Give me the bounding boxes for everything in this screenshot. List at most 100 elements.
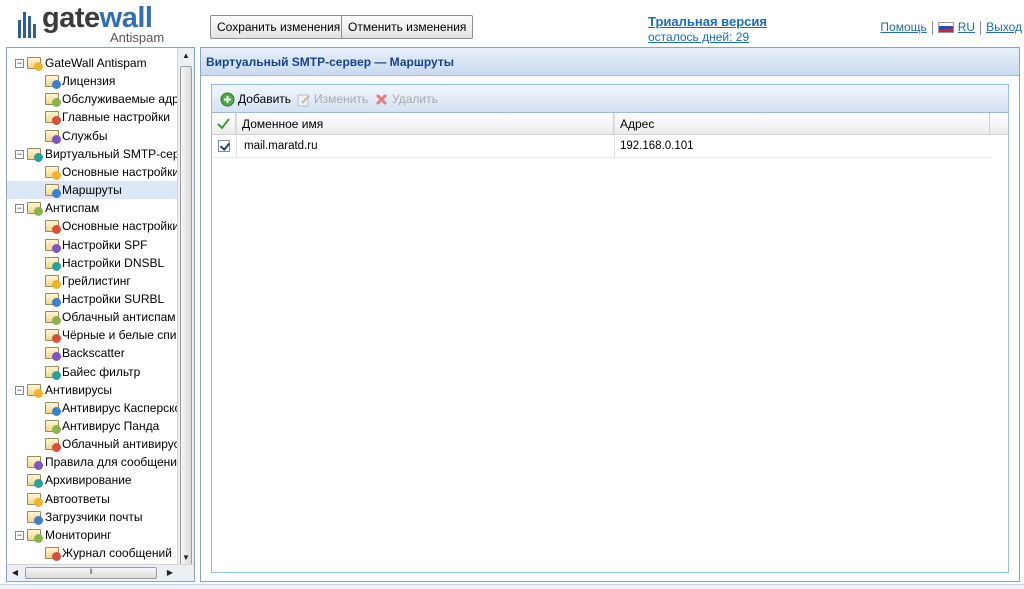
edit-icon xyxy=(296,92,311,107)
sidebar-item-label: GateWall Antispam xyxy=(45,56,147,70)
sidebar-item[interactable]: − GateWall Antispam xyxy=(7,54,179,72)
add-button[interactable]: Добавить xyxy=(220,91,291,108)
table-row[interactable]: mail.maratd.ru 192.168.0.101 xyxy=(212,136,992,158)
spf-icon xyxy=(45,238,61,253)
scroll-left-icon[interactable]: ◀ xyxy=(7,565,23,581)
delete-icon xyxy=(374,92,389,107)
scroll-thumb[interactable]: ⦀ xyxy=(25,567,157,579)
collapse-icon[interactable]: − xyxy=(15,149,24,159)
sidebar-item[interactable]: Главные настройки xyxy=(7,108,179,126)
sidebar-item[interactable]: Облачный антивирус xyxy=(7,435,179,453)
mail-settings-icon xyxy=(45,220,61,235)
column-header-address[interactable]: Адрес xyxy=(614,113,990,135)
language-link[interactable]: RU xyxy=(958,20,975,34)
collapse-icon[interactable]: − xyxy=(15,59,24,68)
surbl-icon xyxy=(45,292,61,307)
divider xyxy=(236,113,237,158)
collapse-icon[interactable]: − xyxy=(15,530,24,540)
gatewall-logo: gatewall Antispam xyxy=(14,2,184,45)
sidebar-item-label: Настройки SPF xyxy=(62,237,148,252)
cancel-button[interactable]: Отменить изменения xyxy=(341,15,474,39)
sidebar-item-label: Антивирус Касперского xyxy=(62,400,179,415)
sidebar-item[interactable]: Байес фильтр xyxy=(7,363,179,381)
sidebar-item[interactable]: Архивирование xyxy=(7,471,179,489)
sidebar-item[interactable]: Автоответы xyxy=(7,490,179,508)
sidebar-item[interactable]: Обслуживаемые адреса xyxy=(7,90,179,108)
sidebar-item[interactable]: Backscatter xyxy=(7,344,179,362)
settings-icon xyxy=(45,111,61,126)
scroll-up-icon[interactable]: ▲ xyxy=(178,48,194,64)
sidebar-item[interactable]: Основные настройки xyxy=(7,217,179,235)
sidebar-item-label: Службы xyxy=(62,128,108,143)
sidebar-vertical-scrollbar[interactable]: ▲ ▼ xyxy=(177,48,194,571)
cloud-antivirus-icon xyxy=(45,438,61,453)
lists-icon xyxy=(45,329,61,344)
sidebar-item[interactable]: Грейлистинг xyxy=(7,272,179,290)
sidebar-item-label: Грейлистинг xyxy=(62,273,131,288)
sidebar-item[interactable]: Настройки SPF xyxy=(7,236,179,254)
sidebar-item-label: Антивирусы xyxy=(45,382,112,397)
scroll-thumb[interactable] xyxy=(180,66,192,571)
sidebar-item[interactable]: Облачный антиспам xyxy=(7,308,179,326)
select-all-header[interactable] xyxy=(212,113,236,135)
domain-cell: mail.maratd.ru xyxy=(244,140,318,152)
sidebar-horizontal-scrollbar[interactable]: ◀ ⦀ ▶ xyxy=(7,564,194,581)
services-icon xyxy=(45,129,61,144)
sidebar-item[interactable]: Журнал сообщений xyxy=(7,544,179,562)
trial-days-link[interactable]: осталось дней: 29 xyxy=(648,30,767,44)
page-title: Виртуальный SMTP-сервер — Маршруты xyxy=(201,48,1019,76)
sidebar-item-label: Журнал сообщений xyxy=(62,546,172,561)
antispam-icon xyxy=(27,202,43,217)
collapse-icon[interactable]: − xyxy=(15,204,24,214)
sidebar-item[interactable]: Правила для сообщений xyxy=(7,453,179,471)
mail-addresses-icon xyxy=(45,93,61,108)
sidebar-item-label: Виртуальный SMTP-сервер xyxy=(45,146,179,161)
main-panel: Виртуальный SMTP-сервер — Маршруты Добав… xyxy=(200,47,1020,582)
sidebar-item-label: Основные настройки xyxy=(62,164,179,179)
sidebar-item-label: Загрузчики почты xyxy=(45,509,143,524)
sidebar-item[interactable]: − Антиспам xyxy=(7,199,179,217)
sidebar-item[interactable]: Чёрные и белые списки xyxy=(7,326,179,344)
save-button[interactable]: Сохранить изменения xyxy=(210,15,348,39)
sidebar-item[interactable]: Настройки SURBL xyxy=(7,290,179,308)
dnsbl-icon xyxy=(45,256,61,271)
logout-link[interactable]: Выход xyxy=(986,20,1022,34)
collapse-icon[interactable]: − xyxy=(15,385,24,395)
logo-subtitle: Antispam xyxy=(110,30,165,45)
sidebar-item[interactable]: Основные настройки xyxy=(7,163,179,181)
log-icon xyxy=(45,547,61,562)
sidebar-item[interactable]: Настройки DNSBL xyxy=(7,254,179,272)
checkmark-icon xyxy=(217,118,230,130)
row-checkbox[interactable] xyxy=(218,140,230,152)
sidebar-item-label: Мониторинг xyxy=(45,527,112,542)
russia-flag-icon xyxy=(937,22,954,34)
routes-icon xyxy=(45,184,61,199)
sidebar-item-label: Архивирование xyxy=(45,473,132,488)
sidebar-item[interactable]: Антивирус Касперского xyxy=(7,399,179,417)
info-icon xyxy=(45,75,61,90)
sidebar-item-label: Backscatter xyxy=(62,346,125,361)
sidebar-item-label: Обслуживаемые адреса xyxy=(62,92,179,107)
sidebar-item-label: Антиспам xyxy=(45,201,100,216)
trial-version-link[interactable]: Триальная версия xyxy=(648,14,767,29)
sidebar-item[interactable]: Маршруты xyxy=(7,181,179,200)
page-bottom-border xyxy=(0,584,1024,589)
sidebar-item[interactable]: Загрузчики почты xyxy=(7,508,179,526)
sidebar-item[interactable]: Службы xyxy=(7,127,179,145)
sidebar-item-label: Облачный антиспам xyxy=(62,310,176,325)
gatewall-icon xyxy=(27,57,43,71)
at-icon xyxy=(27,147,43,162)
sidebar-item[interactable]: − Антивирусы xyxy=(7,381,179,399)
help-link[interactable]: Помощь xyxy=(880,20,926,34)
delete-button[interactable]: Удалить xyxy=(374,91,438,108)
sidebar-item[interactable]: − Мониторинг xyxy=(7,526,179,544)
antivirus-icon xyxy=(27,383,43,398)
edit-button[interactable]: Изменить xyxy=(296,91,368,108)
delete-label: Удалить xyxy=(392,92,438,106)
column-header-domain[interactable]: Доменное имя xyxy=(236,113,614,135)
monitoring-icon xyxy=(27,528,43,543)
sidebar-item[interactable]: Лицензия xyxy=(7,72,179,90)
sidebar-item[interactable]: − Виртуальный SMTP-сервер xyxy=(7,145,179,163)
sidebar-item[interactable]: Антивирус Панда xyxy=(7,417,179,435)
scroll-right-icon[interactable]: ▶ xyxy=(162,565,178,581)
